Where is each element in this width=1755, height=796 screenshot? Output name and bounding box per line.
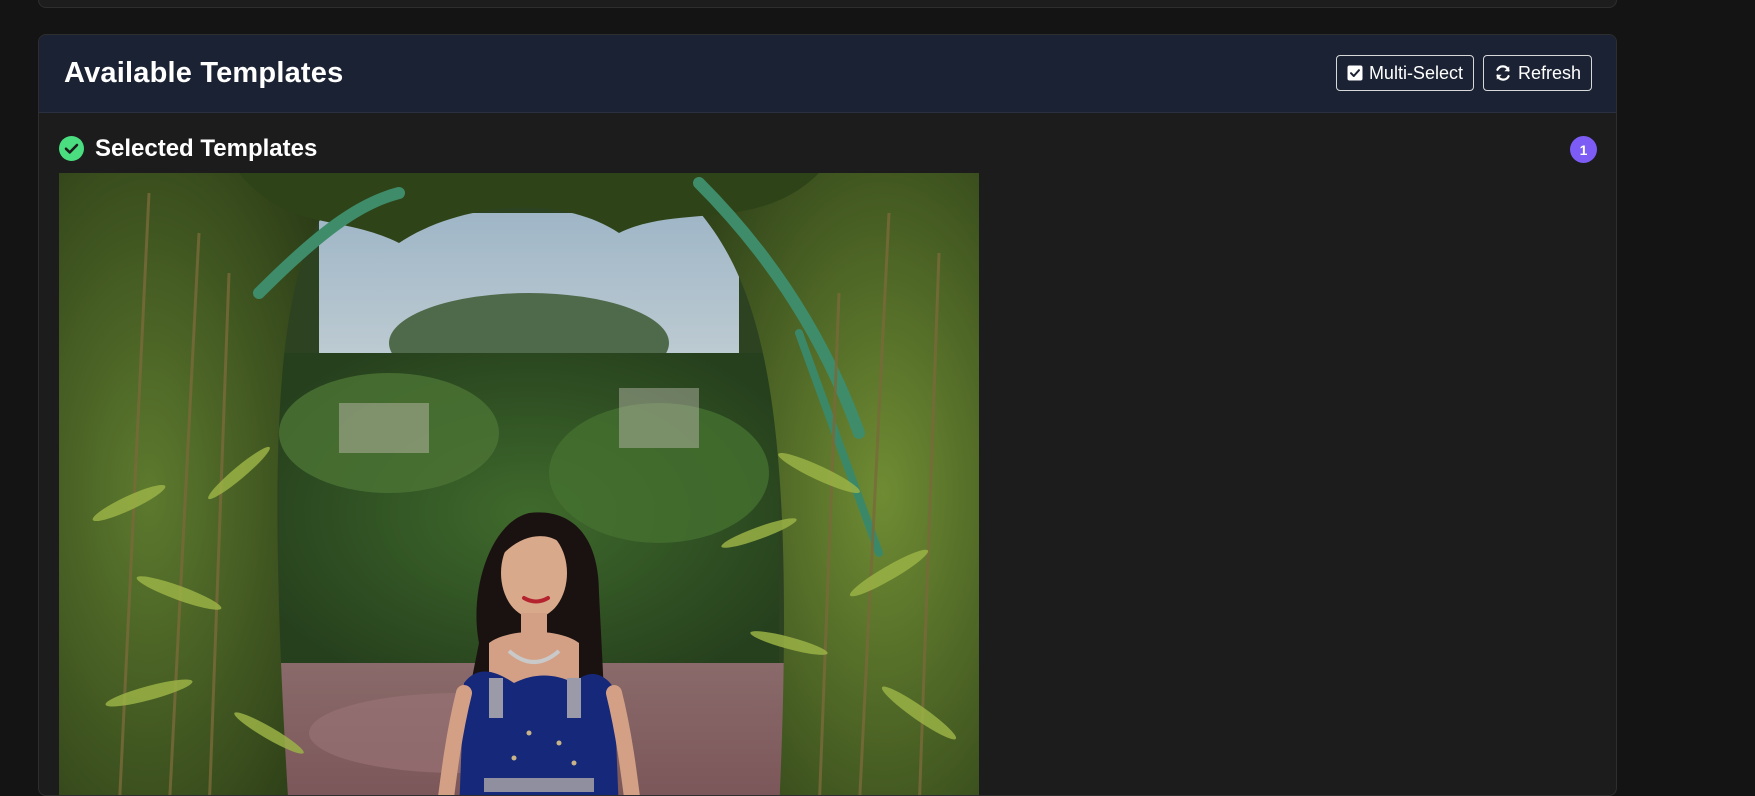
header-actions: Multi-Select Refresh <box>1335 55 1592 91</box>
template-thumbnail[interactable] <box>59 173 979 795</box>
multi-select-label: Multi-Select <box>1368 62 1463 83</box>
check-circle-icon <box>59 136 84 161</box>
page-title: Available Templates <box>64 57 344 89</box>
top-panel <box>38 0 1617 8</box>
templates-card: Available Templates Multi-Select Refresh… <box>38 34 1617 796</box>
card-header: Available Templates Multi-Select Refresh <box>39 35 1616 113</box>
refresh-icon <box>1494 64 1512 82</box>
checkbox-checked-icon <box>1347 65 1363 81</box>
refresh-label: Refresh <box>1517 62 1581 83</box>
multi-select-button[interactable]: Multi-Select <box>1335 55 1474 91</box>
selected-templates-title: Selected Templates <box>95 135 318 162</box>
selected-count-badge: 1 <box>1570 136 1597 163</box>
refresh-button[interactable]: Refresh <box>1482 55 1592 91</box>
